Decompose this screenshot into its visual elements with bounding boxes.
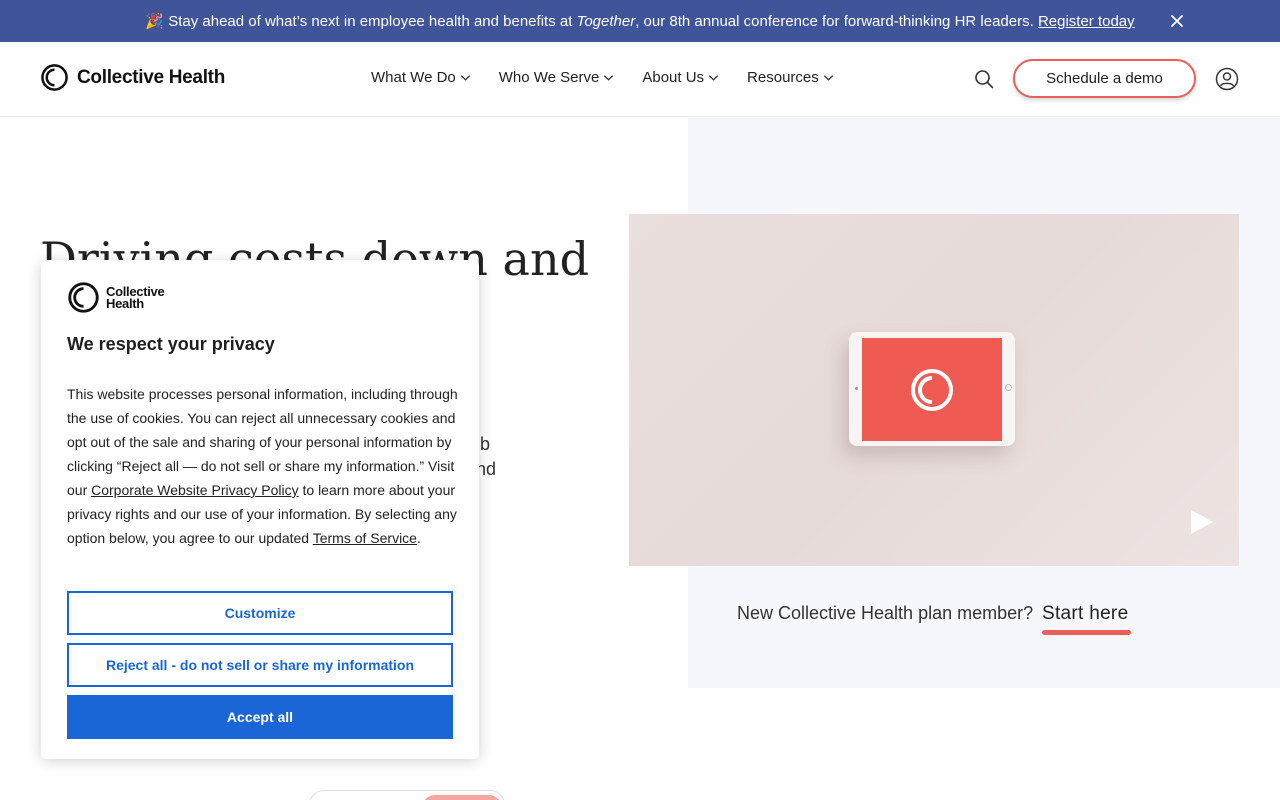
nav-label: About Us [642, 69, 705, 86]
hero-text-fragment: nd [476, 459, 497, 479]
cookie-consent-dialog: Collective Health We respect your privac… [41, 260, 479, 759]
reject-all-button[interactable]: Reject all - do not sell or share my inf… [67, 643, 453, 687]
main-nav: What We Do Who We Serve About Us Resourc… [371, 69, 834, 86]
site-header: Collective Health What We Do Who We Serv… [0, 42, 1280, 117]
nav-what-we-do[interactable]: What We Do [371, 69, 471, 86]
announcement-banner: 🎉 Stay ahead of what’s next in employee … [0, 0, 1280, 42]
tablet-screen [862, 338, 1002, 441]
dialog-body: This website processes personal informat… [67, 382, 459, 550]
customize-button[interactable]: Customize [67, 591, 453, 635]
nav-resources[interactable]: Resources [747, 69, 834, 86]
chevron-down-icon [823, 75, 833, 81]
member-prompt: New Collective Health plan member? [737, 603, 1034, 623]
dialog-body-text: . [416, 530, 421, 546]
nav-who-we-serve[interactable]: Who We Serve [499, 69, 615, 86]
user-account-icon[interactable] [1215, 67, 1239, 91]
nav-label: Resources [747, 69, 819, 86]
start-here-underline [1042, 630, 1131, 635]
tablet-home-button [1005, 384, 1012, 391]
logo-text: Collective Health [77, 66, 226, 88]
banner-text-after: , our 8th annual conference for forward-… [635, 13, 1038, 30]
dialog-logo-line: Health [106, 295, 144, 311]
banner-message: 🎉 Stay ahead of what’s next in employee … [145, 12, 1134, 30]
privacy-policy-link[interactable]: Corporate Website Privacy Policy [91, 482, 298, 498]
hero-video[interactable] [629, 214, 1239, 566]
accept-all-button[interactable]: Accept all [67, 695, 453, 739]
start-here-link[interactable]: Start here [1042, 603, 1128, 625]
collective-health-logo-icon [41, 64, 68, 91]
chevron-down-icon [460, 75, 470, 81]
schedule-demo-button[interactable]: Schedule a demo [1013, 59, 1196, 98]
party-emoji: 🎉 [145, 13, 165, 30]
chevron-down-icon [709, 75, 719, 81]
search-icon[interactable] [974, 69, 994, 89]
nav-label: What We Do [371, 69, 456, 86]
nav-label: Who We Serve [498, 69, 600, 86]
dialog-title: We respect your privacy [67, 334, 275, 354]
collective-health-logo-icon [68, 282, 99, 313]
nav-about-us[interactable]: About Us [642, 69, 719, 86]
partially-hidden-button[interactable] [309, 790, 505, 800]
register-link[interactable]: Register today [1038, 13, 1135, 30]
close-icon[interactable] [1169, 13, 1185, 29]
play-icon[interactable] [1189, 508, 1215, 536]
collective-health-logo-icon [911, 368, 953, 411]
dialog-logo: Collective Health [67, 281, 165, 314]
banner-text-before: Stay ahead of what’s next in employee he… [168, 13, 577, 30]
banner-event-name: Together [576, 13, 636, 30]
dialog-logo-text: Collective Health [106, 285, 165, 311]
button-highlight [422, 795, 502, 800]
terms-of-service-link[interactable]: Terms of Service [313, 530, 417, 546]
logo[interactable]: Collective Health [40, 63, 225, 92]
tablet-camera [855, 387, 858, 390]
tablet-image [849, 332, 1015, 446]
chevron-down-icon [604, 75, 614, 81]
